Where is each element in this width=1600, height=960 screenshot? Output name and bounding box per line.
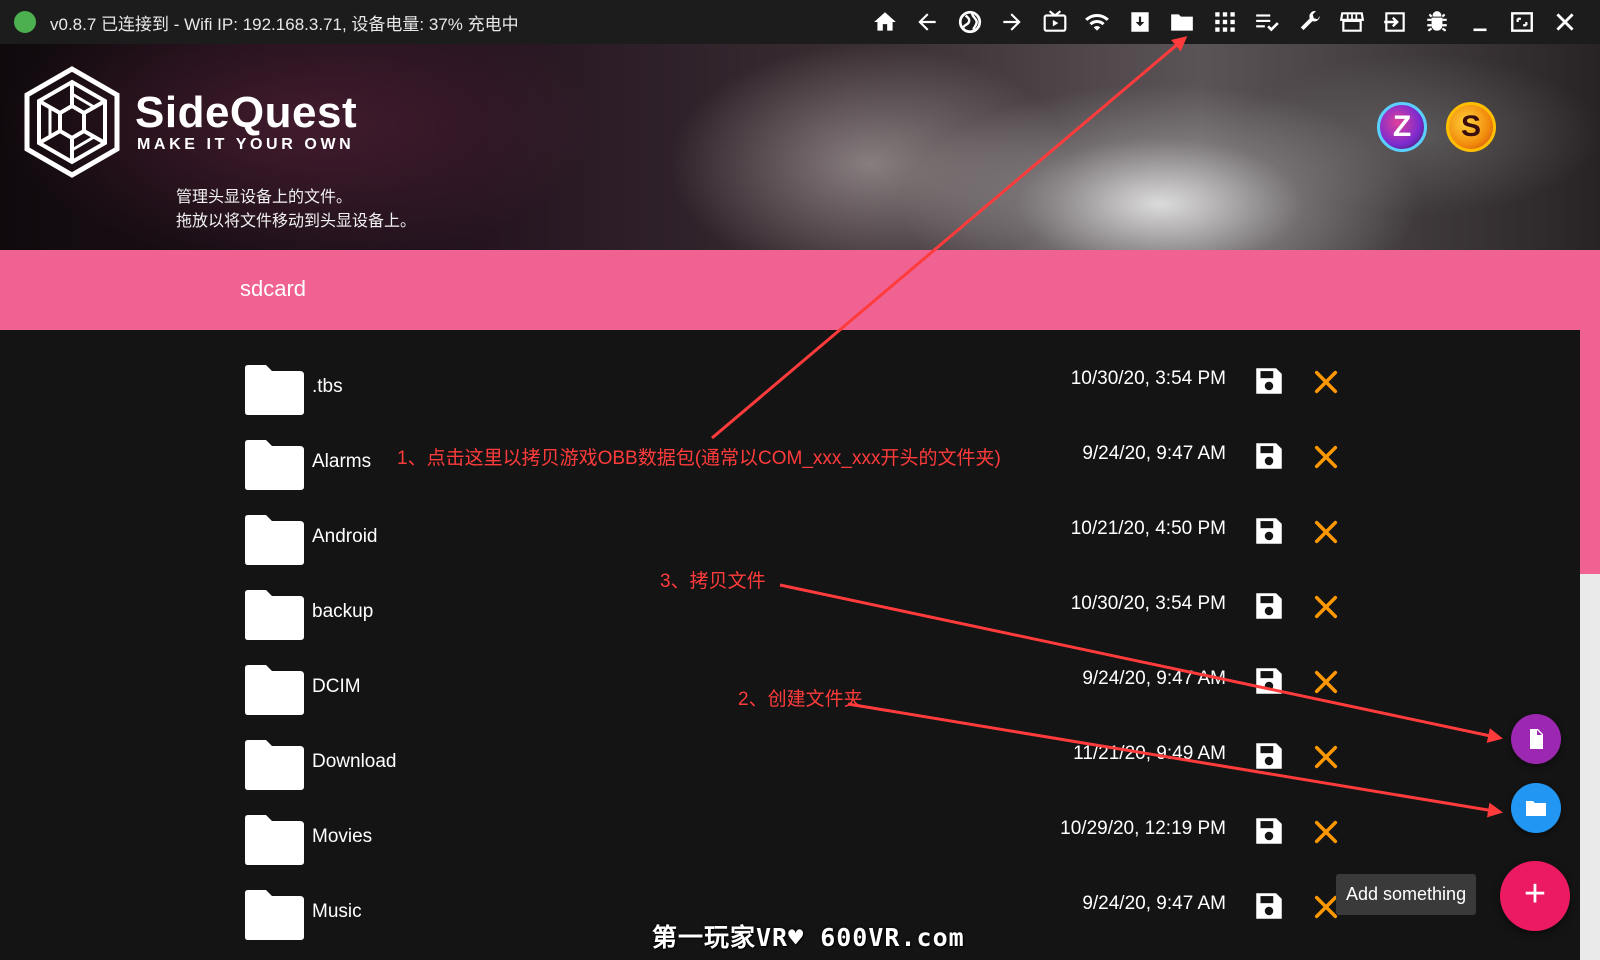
- scrollbar-thumb[interactable]: [1580, 330, 1600, 574]
- z-user-badge[interactable]: Z: [1377, 102, 1427, 152]
- app-tagline: MAKE IT YOUR OWN: [137, 136, 355, 153]
- file-date: 10/21/20, 4:50 PM: [1070, 518, 1226, 539]
- add-folder-button[interactable]: [1511, 783, 1561, 833]
- delete-icon[interactable]: [1312, 743, 1340, 771]
- file-name[interactable]: .tbs: [312, 376, 343, 398]
- home-icon[interactable]: [864, 0, 907, 44]
- folder-icon: [245, 665, 304, 715]
- app-name: SideQuest: [135, 88, 358, 137]
- globe-icon[interactable]: [949, 0, 992, 44]
- save-icon[interactable]: [1252, 889, 1286, 923]
- connection-status-dot: [14, 11, 36, 33]
- file-name[interactable]: Music: [312, 901, 362, 923]
- description-line-1: 管理头显设备上的文件。: [176, 189, 353, 206]
- save-icon[interactable]: [1252, 364, 1286, 398]
- file-list: .tbs 10/30/20, 3:54 PM Alarms 9/24/20, 9:47…: [0, 330, 1580, 960]
- file-date: 10/30/20, 3:54 PM: [1070, 593, 1226, 614]
- toolbar: [864, 0, 1587, 44]
- file-row[interactable]: Download 11/21/20, 9:49 AM: [0, 735, 1580, 810]
- current-path-label[interactable]: sdcard: [240, 276, 306, 302]
- wrench-icon[interactable]: [1289, 0, 1332, 44]
- maximize-icon[interactable]: [1501, 0, 1544, 44]
- add-something-button[interactable]: +: [1500, 861, 1570, 931]
- delete-icon[interactable]: [1312, 818, 1340, 846]
- file-date: 10/29/20, 12:19 PM: [1060, 818, 1226, 839]
- delete-icon[interactable]: [1312, 443, 1340, 471]
- folder-icon: [245, 890, 304, 940]
- save-icon[interactable]: [1252, 589, 1286, 623]
- sidequest-logo-icon: [24, 66, 120, 178]
- file-name[interactable]: DCIM: [312, 676, 361, 698]
- file-date: 11/21/20, 9:49 AM: [1073, 743, 1226, 764]
- folder-icon: [245, 515, 304, 565]
- save-icon[interactable]: [1252, 514, 1286, 548]
- file-row[interactable]: backup 10/30/20, 3:54 PM: [0, 585, 1580, 660]
- save-icon[interactable]: [1252, 664, 1286, 698]
- folder-icon: [245, 440, 304, 490]
- plus-icon: +: [1523, 873, 1547, 915]
- description-line-2: 拖放以将文件移动到头显设备上。: [176, 213, 417, 230]
- delete-icon[interactable]: [1312, 668, 1340, 696]
- folder-icon: [245, 365, 304, 415]
- file-name[interactable]: Alarms: [312, 451, 371, 473]
- playlist-check-icon[interactable]: [1246, 0, 1289, 44]
- folder-icon: [245, 740, 304, 790]
- add-file-button[interactable]: [1511, 714, 1561, 764]
- sign-in-icon[interactable]: [1374, 0, 1417, 44]
- delete-icon[interactable]: [1312, 368, 1340, 396]
- connection-status-text: v0.8.7 已连接到 - Wifi IP: 192.168.3.71, 设备电…: [50, 14, 519, 34]
- save-icon[interactable]: [1252, 439, 1286, 473]
- file-row[interactable]: .tbs 10/30/20, 3:54 PM: [0, 360, 1580, 435]
- file-icon: [1530, 729, 1543, 749]
- folder-icon: [245, 815, 304, 865]
- download-box-icon[interactable]: [1119, 0, 1162, 44]
- bug-icon[interactable]: [1416, 0, 1459, 44]
- folder-icon[interactable]: [1161, 0, 1204, 44]
- add-something-tooltip: Add something: [1336, 874, 1477, 915]
- app-header: SideQuest MAKE IT YOUR OWN 管理头显设备上的文件。 拖…: [0, 44, 1600, 250]
- apps-grid-icon[interactable]: [1204, 0, 1247, 44]
- minimize-icon[interactable]: [1459, 0, 1502, 44]
- file-name[interactable]: Movies: [312, 826, 372, 848]
- current-path-bar: sdcard: [0, 250, 1600, 330]
- file-row[interactable]: Android 10/21/20, 4:50 PM: [0, 510, 1580, 585]
- back-arrow-icon[interactable]: [906, 0, 949, 44]
- save-icon[interactable]: [1252, 739, 1286, 773]
- wifi-icon[interactable]: [1076, 0, 1119, 44]
- watermark: 第一玩家VR♥ 600VR.com: [652, 923, 965, 952]
- annotation-step-3: 3、拷贝文件: [660, 571, 766, 592]
- delete-icon[interactable]: [1312, 593, 1340, 621]
- file-name[interactable]: backup: [312, 601, 373, 623]
- forward-arrow-icon[interactable]: [991, 0, 1034, 44]
- file-date: 9/24/20, 9:47 AM: [1082, 668, 1226, 689]
- close-icon[interactable]: [1544, 0, 1587, 44]
- s-user-badge[interactable]: S: [1446, 102, 1496, 152]
- file-date: 9/24/20, 9:47 AM: [1082, 893, 1226, 914]
- file-name[interactable]: Android: [312, 526, 378, 548]
- annotation-step-2: 2、创建文件夹: [738, 689, 863, 710]
- file-name[interactable]: Download: [312, 751, 397, 773]
- delete-icon[interactable]: [1312, 518, 1340, 546]
- title-bar: v0.8.7 已连接到 - Wifi IP: 192.168.3.71, 设备电…: [0, 0, 1600, 44]
- folder-icon: [1526, 801, 1546, 816]
- save-icon[interactable]: [1252, 814, 1286, 848]
- tv-play-icon[interactable]: [1034, 0, 1077, 44]
- annotation-step-1: 1、点击这里以拷贝游戏OBB数据包(通常以COM_xxx_xxx开头的文件夹): [397, 448, 1001, 469]
- file-date: 10/30/20, 3:54 PM: [1070, 368, 1226, 389]
- store-icon[interactable]: [1331, 0, 1374, 44]
- file-date: 9/24/20, 9:47 AM: [1082, 443, 1226, 464]
- folder-icon: [245, 590, 304, 640]
- page-description: 管理头显设备上的文件。 拖放以将文件移动到头显设备上。: [176, 186, 416, 234]
